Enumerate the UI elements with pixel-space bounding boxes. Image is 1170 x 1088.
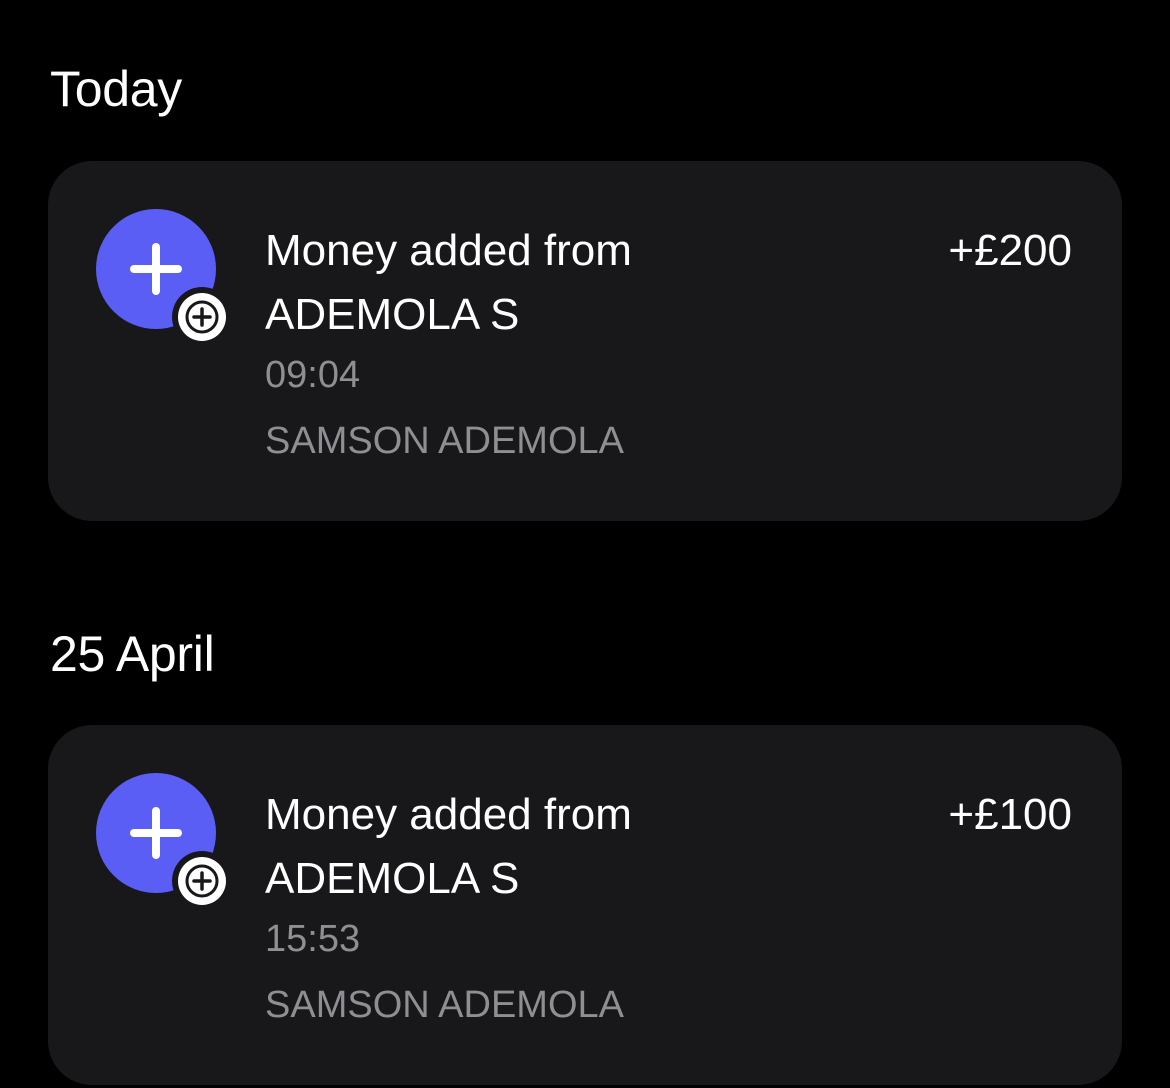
transaction-time: 15:53 xyxy=(265,918,361,960)
section-heading-date: 25 April xyxy=(50,626,215,682)
transaction-title-line1: Money added from xyxy=(265,790,632,839)
topup-badge xyxy=(172,851,232,911)
plus-circle-icon xyxy=(185,864,219,898)
transaction-account: SAMSON ADEMOLA xyxy=(265,420,624,462)
transaction-card[interactable]: Money added from ADEMOLA S 09:04 SAMSON … xyxy=(48,161,1122,521)
transaction-title-line2: ADEMOLA S xyxy=(265,854,520,903)
transaction-time: 09:04 xyxy=(265,354,361,396)
transaction-title-line2: ADEMOLA S xyxy=(265,290,520,339)
plus-circle-icon xyxy=(185,300,219,334)
transaction-amount: +£100 xyxy=(948,790,1072,839)
topup-badge xyxy=(172,287,232,347)
section-heading-today: Today xyxy=(50,61,182,117)
transaction-title: Money added from ADEMOLA S xyxy=(265,783,785,911)
transaction-account: SAMSON ADEMOLA xyxy=(265,984,624,1026)
transaction-amount: +£200 xyxy=(948,226,1072,275)
transaction-card[interactable]: Money added from ADEMOLA S 15:53 SAMSON … xyxy=(48,725,1122,1085)
transaction-title: Money added from ADEMOLA S xyxy=(265,219,785,347)
transaction-title-line1: Money added from xyxy=(265,226,632,275)
